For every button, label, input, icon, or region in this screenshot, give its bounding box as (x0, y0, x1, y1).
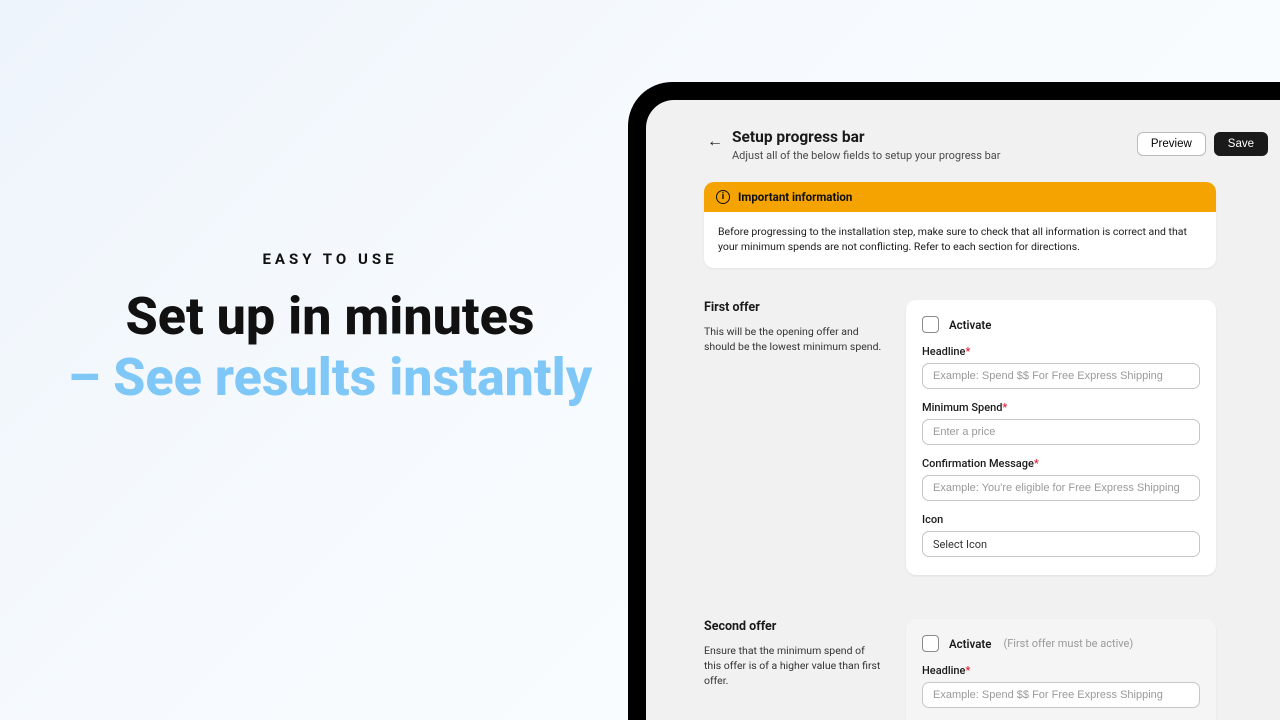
eyebrow-text: EASY TO USE (0, 250, 660, 268)
second-offer-title: Second offer (704, 619, 882, 634)
hero-line-2: – See results instantly (0, 351, 660, 406)
section-second-offer: Second offer Ensure that the minimum spe… (704, 619, 1216, 720)
first-offer-confirm-input[interactable] (922, 475, 1200, 501)
second-offer-activate-hint: (First offer must be active) (1003, 637, 1133, 650)
required-marker: * (965, 345, 970, 358)
first-offer-title: First offer (704, 300, 882, 315)
first-offer-minspend-input[interactable] (922, 419, 1200, 445)
back-arrow-icon[interactable]: ← (704, 130, 726, 152)
alert-body: Before progressing to the installation s… (704, 212, 1216, 268)
confirm-label: Confirmation Message (922, 457, 1034, 470)
important-info-alert: i Important information Before progressi… (704, 182, 1216, 268)
required-marker: * (1002, 401, 1007, 414)
preview-button[interactable]: Preview (1137, 132, 1206, 156)
first-offer-icon-select[interactable]: Select Icon (922, 531, 1200, 557)
second-offer-headline-input[interactable] (922, 682, 1200, 708)
info-icon: i (716, 190, 730, 204)
page-subtitle: Adjust all of the below fields to setup … (732, 149, 1137, 162)
app-screen: ← Setup progress bar Adjust all of the b… (646, 100, 1280, 720)
first-offer-card: Activate Headline* Minimum Spend* Confir… (906, 300, 1216, 575)
first-offer-activate-checkbox[interactable] (922, 316, 939, 333)
headline-label-2: Headline (922, 664, 965, 677)
first-offer-help: This will be the opening offer and shoul… (704, 325, 882, 354)
icon-label: Icon (922, 513, 943, 526)
page-header: ← Setup progress bar Adjust all of the b… (704, 128, 1280, 162)
hero-line-1: Set up in minutes (0, 290, 660, 345)
minspend-label: Minimum Spend (922, 401, 1002, 414)
second-offer-card: Activate (First offer must be active) He… (906, 619, 1216, 720)
second-offer-help: Ensure that the minimum spend of this of… (704, 644, 882, 688)
first-offer-headline-input[interactable] (922, 363, 1200, 389)
required-marker: * (1034, 457, 1039, 470)
first-offer-activate-label: Activate (949, 318, 991, 332)
headline-label: Headline (922, 345, 965, 358)
second-offer-activate-checkbox[interactable] (922, 635, 939, 652)
second-offer-activate-label: Activate (949, 637, 991, 651)
section-first-offer: First offer This will be the opening off… (704, 300, 1216, 575)
device-frame: ← Setup progress bar Adjust all of the b… (628, 82, 1280, 720)
alert-title: Important information (738, 190, 852, 204)
required-marker: * (965, 664, 970, 677)
save-button[interactable]: Save (1214, 132, 1268, 156)
page-title: Setup progress bar (732, 128, 1137, 146)
